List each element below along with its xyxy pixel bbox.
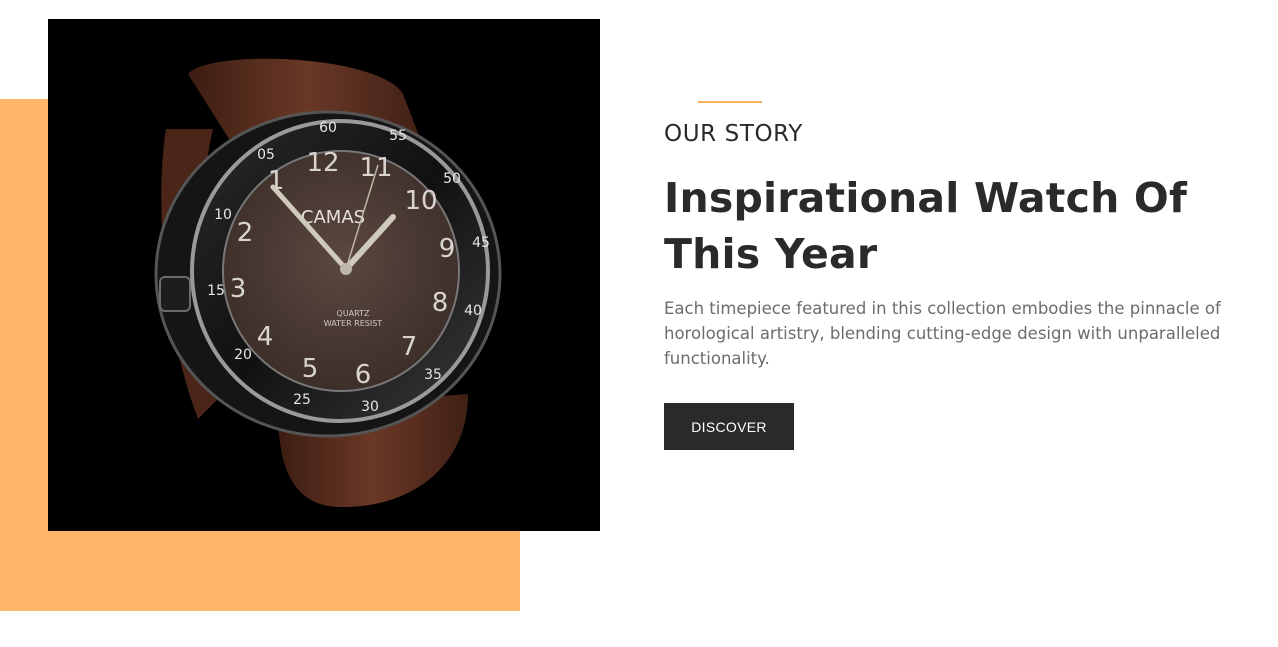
svg-text:05: 05 [257, 147, 275, 163]
svg-text:7: 7 [401, 332, 418, 362]
svg-text:55: 55 [389, 128, 407, 144]
section-eyebrow: OUR STORY [664, 121, 803, 147]
svg-text:10: 10 [404, 186, 437, 216]
svg-text:20: 20 [234, 347, 252, 363]
svg-text:3: 3 [230, 274, 247, 304]
crown-icon [159, 276, 191, 312]
svg-text:9: 9 [439, 234, 456, 264]
svg-text:2: 2 [237, 218, 254, 248]
svg-text:12: 12 [306, 148, 339, 178]
svg-text:60: 60 [319, 120, 337, 136]
svg-text:4: 4 [257, 322, 274, 352]
svg-text:6: 6 [355, 360, 372, 390]
accent-line [698, 101, 762, 103]
svg-text:25: 25 [293, 392, 311, 408]
svg-text:8: 8 [432, 288, 449, 318]
watch-image: 60 55 50 45 40 35 30 25 20 15 10 05 12 1… [154, 58, 502, 508]
dial-text-line1: QUARTZ [337, 309, 370, 318]
svg-text:15: 15 [207, 283, 225, 299]
svg-text:10: 10 [214, 207, 232, 223]
discover-button[interactable]: DISCOVER [664, 403, 794, 450]
svg-text:11: 11 [359, 153, 392, 183]
product-photo: 60 55 50 45 40 35 30 25 20 15 10 05 12 1… [48, 19, 600, 531]
svg-text:50: 50 [443, 171, 461, 187]
svg-text:40: 40 [464, 303, 482, 319]
dial-brand: CAMAS [301, 207, 365, 228]
svg-text:35: 35 [424, 367, 442, 383]
svg-text:30: 30 [361, 399, 379, 415]
hand-pivot [340, 263, 352, 275]
section-description: Each timepiece featured in this collecti… [664, 299, 1221, 368]
section-headline: Inspirational Watch Of This Year [664, 174, 1188, 278]
svg-text:5: 5 [302, 354, 319, 384]
svg-text:45: 45 [472, 235, 490, 251]
dial-text-line2: WATER RESIST [324, 319, 382, 328]
